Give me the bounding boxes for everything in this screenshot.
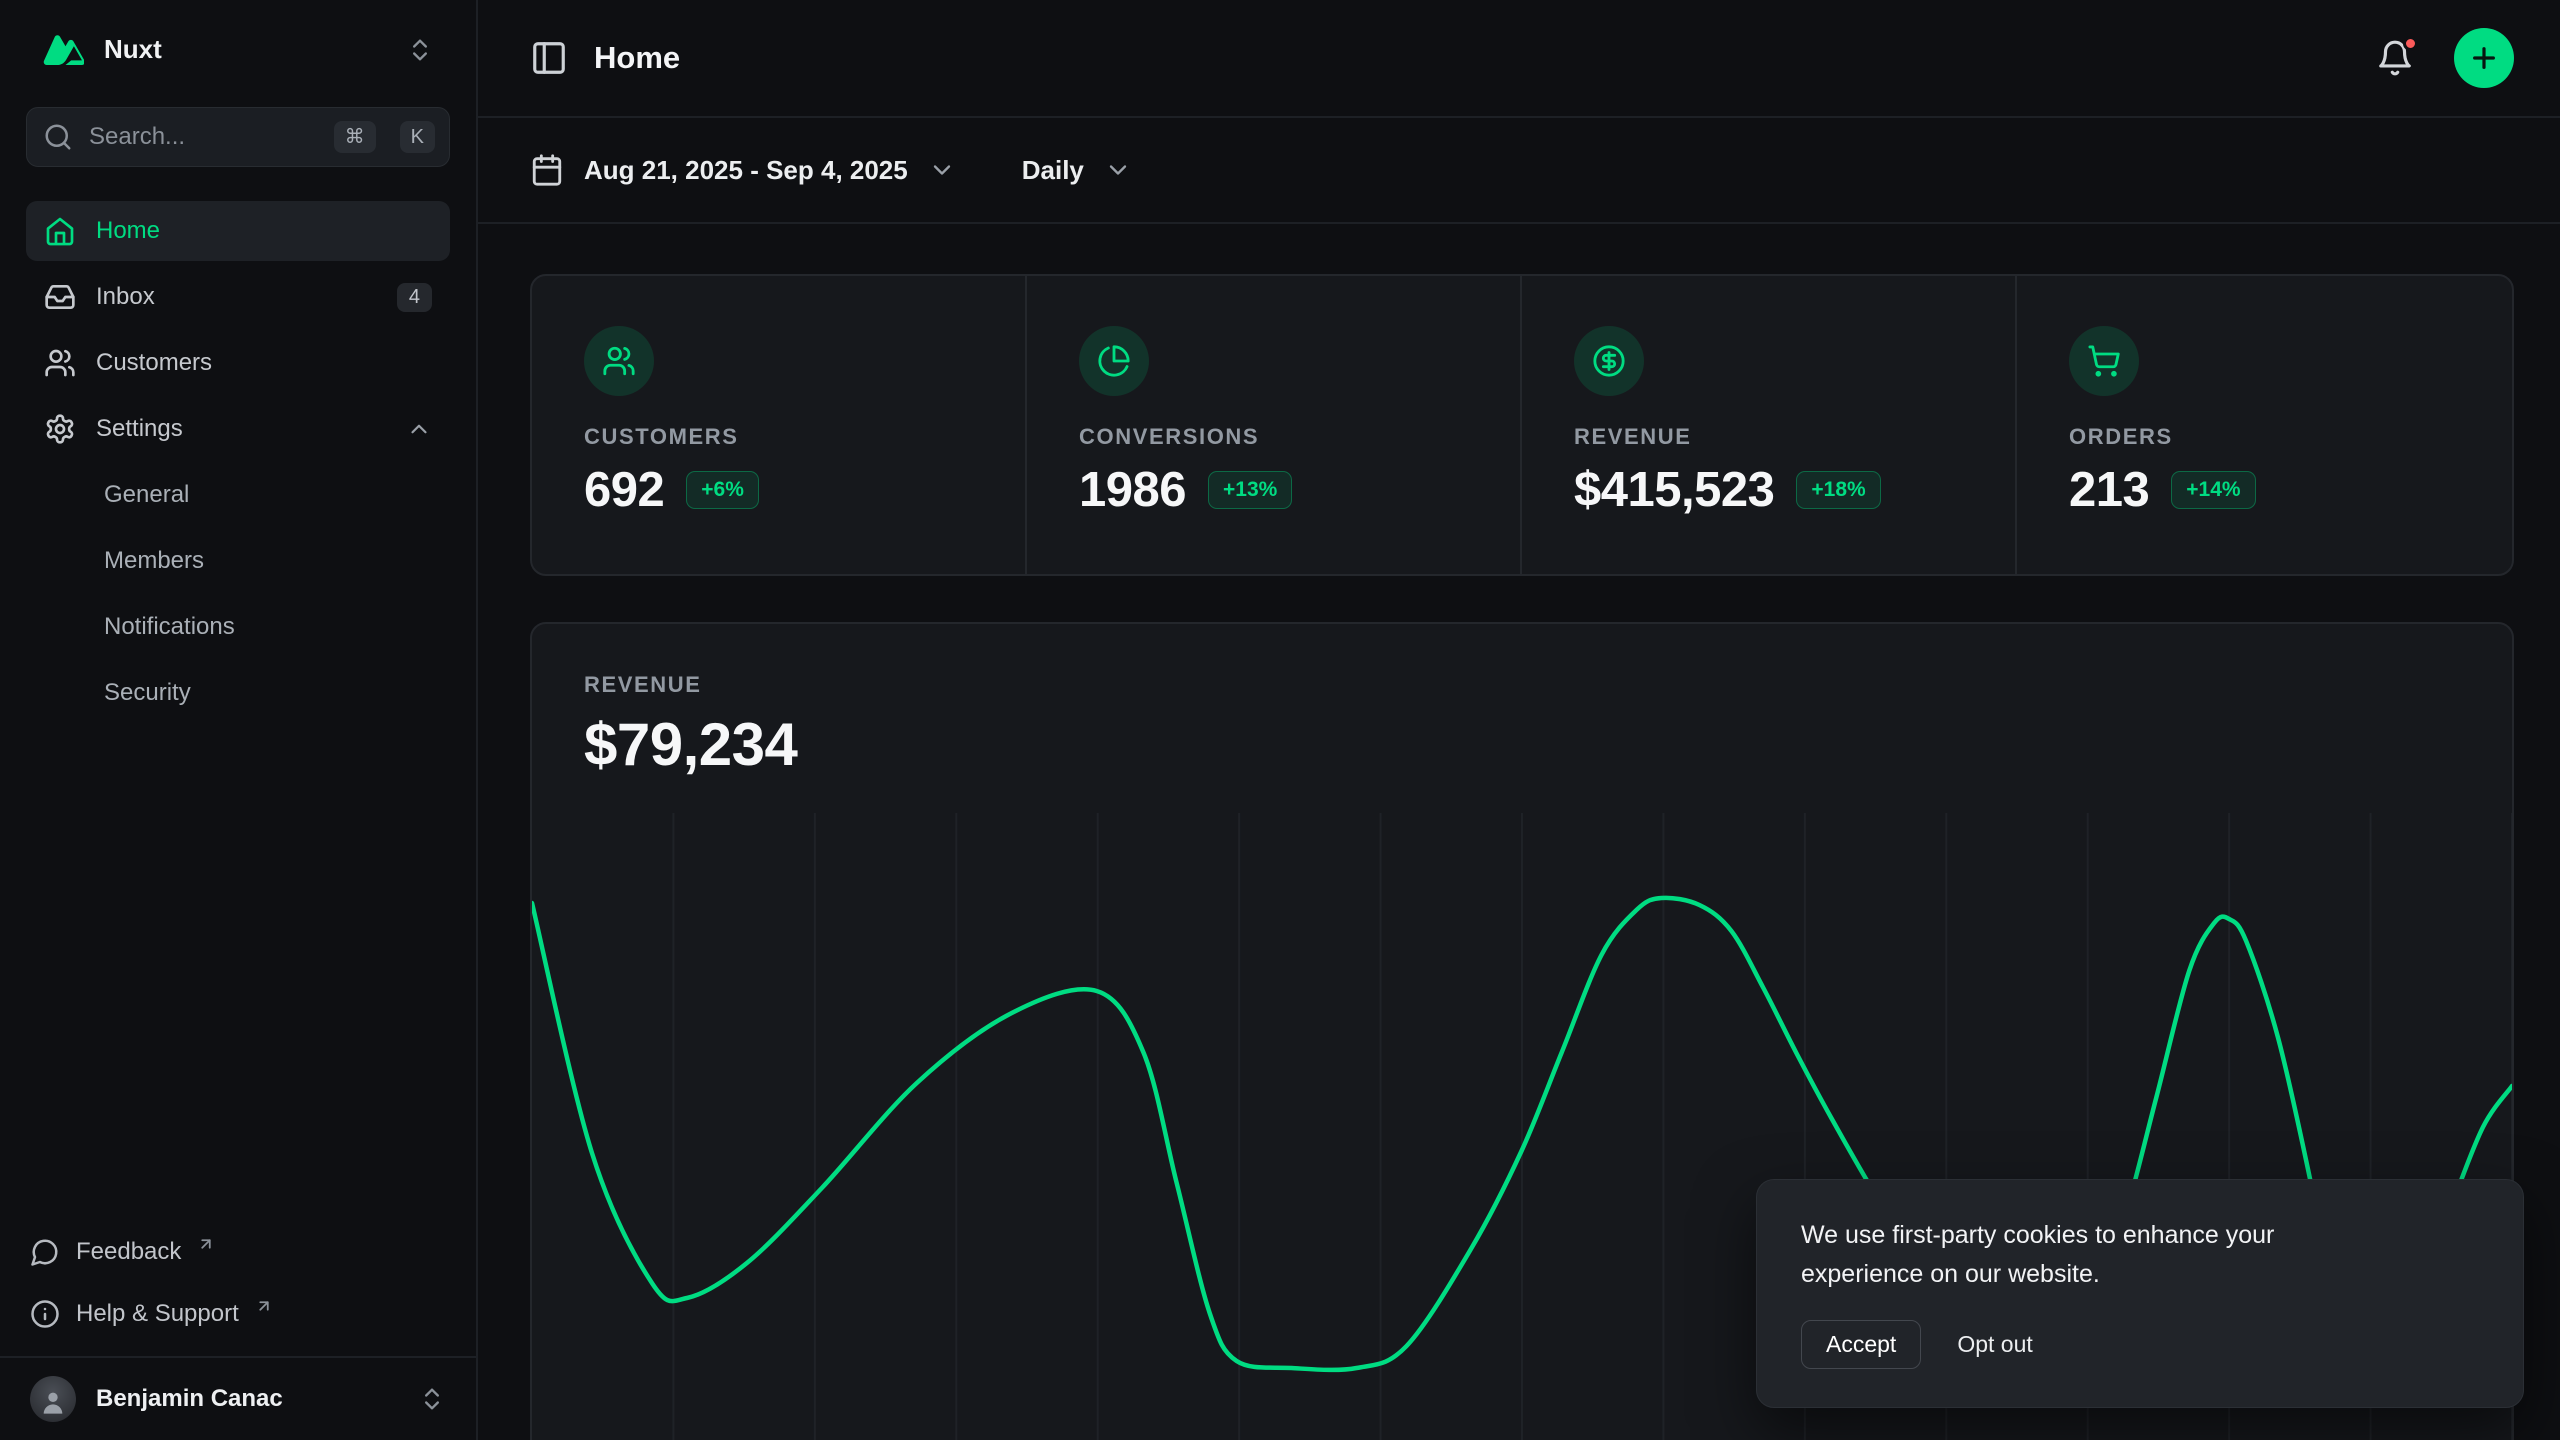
sidebar-subitem-label: Notifications <box>104 613 235 641</box>
granularity-label: Daily <box>1022 155 1084 186</box>
external-link-arrow-icon <box>197 1235 215 1253</box>
sidebar-subitem-label: Security <box>104 679 191 707</box>
chevrons-up-down-icon <box>406 36 434 64</box>
sidebar-item-notifications[interactable]: Notifications <box>26 597 450 657</box>
sidebar-item-label: Customers <box>96 349 212 377</box>
stat-conversions: CONVERSIONS 1986 +13% <box>1027 276 1522 574</box>
chevrons-up-down-icon <box>418 1385 446 1413</box>
date-range-label: Aug 21, 2025 - Sep 4, 2025 <box>584 155 908 186</box>
stats-card: CUSTOMERS 692 +6% CONVERSIONS 1986 <box>530 274 2514 576</box>
workspace-name: Nuxt <box>104 34 162 65</box>
notifications-button[interactable] <box>2376 39 2414 77</box>
notification-dot <box>2403 36 2418 51</box>
calendar-icon <box>530 153 564 187</box>
sidebar-item-security[interactable]: Security <box>26 663 450 723</box>
cookie-banner: We use first-party cookies to enhance yo… <box>1756 1179 2524 1408</box>
chevron-up-icon <box>406 416 432 442</box>
person-icon <box>39 1388 67 1416</box>
stat-delta-badge: +18% <box>1796 471 1880 509</box>
sidebar-item-label: Inbox <box>96 283 155 311</box>
date-range-picker[interactable]: Aug 21, 2025 - Sep 4, 2025 <box>530 153 956 187</box>
stat-label: ORDERS <box>2069 424 2460 450</box>
search-box[interactable]: ⌘ K <box>26 107 450 167</box>
sidebar-spacer <box>0 723 476 1226</box>
feedback-link[interactable]: Feedback <box>30 1226 446 1278</box>
stat-customers: CUSTOMERS 692 +6% <box>532 276 1027 574</box>
message-bubble-icon <box>30 1237 60 1267</box>
nuxt-logo-icon <box>42 35 84 65</box>
sidebar-item-customers[interactable]: Customers <box>26 333 450 393</box>
stat-value: 1986 <box>1079 462 1186 518</box>
cookie-message: We use first-party cookies to enhance yo… <box>1801 1216 2381 1294</box>
stat-icon-circle <box>2069 326 2139 396</box>
inbox-icon <box>44 281 76 313</box>
sidebar-top: Nuxt ⌘ K <box>0 0 476 167</box>
plus-icon <box>2468 42 2500 74</box>
stat-icon-circle <box>1574 326 1644 396</box>
panel-left-icon[interactable] <box>530 39 568 77</box>
user-name: Benjamin Canac <box>96 1385 283 1413</box>
users-icon <box>602 344 636 378</box>
chevron-down-icon <box>1104 156 1132 184</box>
header: Home <box>478 0 2560 118</box>
kbd-k: K <box>400 121 435 153</box>
stat-label: CONVERSIONS <box>1079 424 1468 450</box>
cart-icon <box>2087 344 2121 378</box>
feedback-label: Feedback <box>76 1238 181 1266</box>
sidebar-item-members[interactable]: Members <box>26 531 450 591</box>
home-icon <box>44 215 76 247</box>
sidebar-item-inbox[interactable]: Inbox 4 <box>26 267 450 327</box>
granularity-select[interactable]: Daily <box>1022 155 1132 186</box>
sidebar-nav: Home Inbox 4 Customers Settings <box>0 201 476 723</box>
header-actions <box>2376 28 2514 88</box>
stat-label: REVENUE <box>1574 424 1963 450</box>
stat-delta-badge: +13% <box>1208 471 1292 509</box>
info-circle-icon <box>30 1299 60 1329</box>
help-support-link[interactable]: Help & Support <box>30 1288 446 1340</box>
external-link-arrow-icon <box>255 1297 273 1315</box>
sidebar-item-general[interactable]: General <box>26 465 450 525</box>
user-menu[interactable]: Benjamin Canac <box>0 1356 476 1440</box>
stat-value: 213 <box>2069 462 2149 518</box>
stat-orders: ORDERS 213 +14% <box>2017 276 2512 574</box>
gear-icon <box>44 413 76 445</box>
toolbar: Aug 21, 2025 - Sep 4, 2025 Daily <box>478 118 2560 224</box>
dollar-circle-icon <box>1592 344 1626 378</box>
revenue-chart-value: $79,234 <box>584 710 2460 779</box>
search-icon <box>43 122 73 152</box>
stat-label: CUSTOMERS <box>584 424 973 450</box>
sidebar-subitem-label: Members <box>104 547 204 575</box>
sidebar-item-home[interactable]: Home <box>26 201 450 261</box>
sidebar: Nuxt ⌘ K Home <box>0 0 478 1440</box>
sidebar-subitem-label: General <box>104 481 189 509</box>
kbd-meta: ⌘ <box>334 121 376 153</box>
users-icon <box>44 347 76 379</box>
search-input[interactable] <box>89 123 318 151</box>
opt-out-button[interactable]: Opt out <box>1957 1331 2032 1358</box>
stat-icon-circle <box>1079 326 1149 396</box>
stat-icon-circle <box>584 326 654 396</box>
sidebar-item-settings[interactable]: Settings <box>26 399 450 459</box>
sidebar-item-label: Settings <box>96 415 183 443</box>
revenue-chart-head: REVENUE $79,234 <box>532 624 2512 779</box>
help-support-label: Help & Support <box>76 1300 239 1328</box>
stat-delta-badge: +14% <box>2171 471 2255 509</box>
chevron-down-icon <box>928 156 956 184</box>
avatar <box>30 1376 76 1422</box>
stat-value: $415,523 <box>1574 462 1774 518</box>
stat-revenue: REVENUE $415,523 +18% <box>1522 276 2017 574</box>
sidebar-item-label: Home <box>96 217 160 245</box>
page-title: Home <box>594 40 680 76</box>
revenue-chart-label: REVENUE <box>584 672 2460 698</box>
sidebar-footer: Feedback Help & Support <box>0 1226 476 1340</box>
pie-chart-icon <box>1097 344 1131 378</box>
workspace-switcher[interactable]: Nuxt <box>26 20 450 79</box>
add-button[interactable] <box>2454 28 2514 88</box>
cookie-actions: Accept Opt out <box>1801 1320 2479 1369</box>
inbox-count-badge: 4 <box>397 283 432 312</box>
stat-value: 692 <box>584 462 664 518</box>
stat-delta-badge: +6% <box>686 471 759 509</box>
accept-cookies-button[interactable]: Accept <box>1801 1320 1921 1369</box>
